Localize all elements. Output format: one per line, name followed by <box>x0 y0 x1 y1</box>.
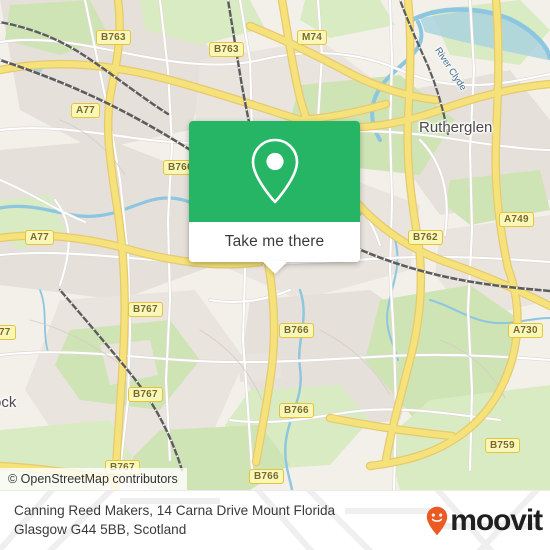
address-line-1: Canning Reed Makers, 14 Carna Drive Moun… <box>14 503 336 518</box>
moovit-logo[interactable]: moovit <box>426 504 543 537</box>
moovit-wordmark: moovit <box>450 504 543 537</box>
osm-attribution[interactable]: © OpenStreetMap contributors <box>0 468 187 490</box>
map-canvas[interactable]: .landuse-green { fill:#cfe4b4; } .landus… <box>0 0 550 490</box>
place-label-rutherglen: Rutherglen <box>419 119 493 136</box>
location-pin-icon <box>251 138 298 203</box>
road-shield: B759 <box>485 438 520 453</box>
road-shield: B762 <box>408 230 443 245</box>
address-block: Canning Reed Makers, 14 Carna Drive Moun… <box>14 502 414 539</box>
callout-action-area[interactable]: Take me there <box>189 222 360 274</box>
address-line-2: Glasgow G44 5BB, Scotland <box>14 521 187 537</box>
callout-pointer <box>261 261 288 274</box>
road-shield: B763 <box>209 42 244 57</box>
osm-attribution-text: © OpenStreetMap contributors <box>8 472 178 486</box>
road-shield: M74 <box>297 30 328 45</box>
road-shield: B763 <box>96 30 131 45</box>
road-shield: B766 <box>279 403 314 418</box>
road-shield: A749 <box>499 212 534 227</box>
road-shield: A77 <box>25 230 54 245</box>
road-shield: B766 <box>249 469 284 484</box>
moovit-pin-icon <box>426 506 448 536</box>
callout-image-area <box>189 121 360 222</box>
road-shield: A77 <box>71 103 100 118</box>
place-label-partial: ock <box>0 394 17 411</box>
location-callout[interactable]: Take me there <box>189 121 360 274</box>
road-shield: B766 <box>279 323 314 338</box>
road-shield: A730 <box>508 323 543 338</box>
footer-bar: Canning Reed Makers, 14 Carna Drive Moun… <box>0 490 550 550</box>
road-shield: 77 <box>0 325 16 340</box>
take-me-there-label: Take me there <box>224 233 325 250</box>
road-shield: B767 <box>128 302 163 317</box>
road-shield: B767 <box>128 387 163 402</box>
map-screen: .landuse-green { fill:#cfe4b4; } .landus… <box>0 0 550 550</box>
